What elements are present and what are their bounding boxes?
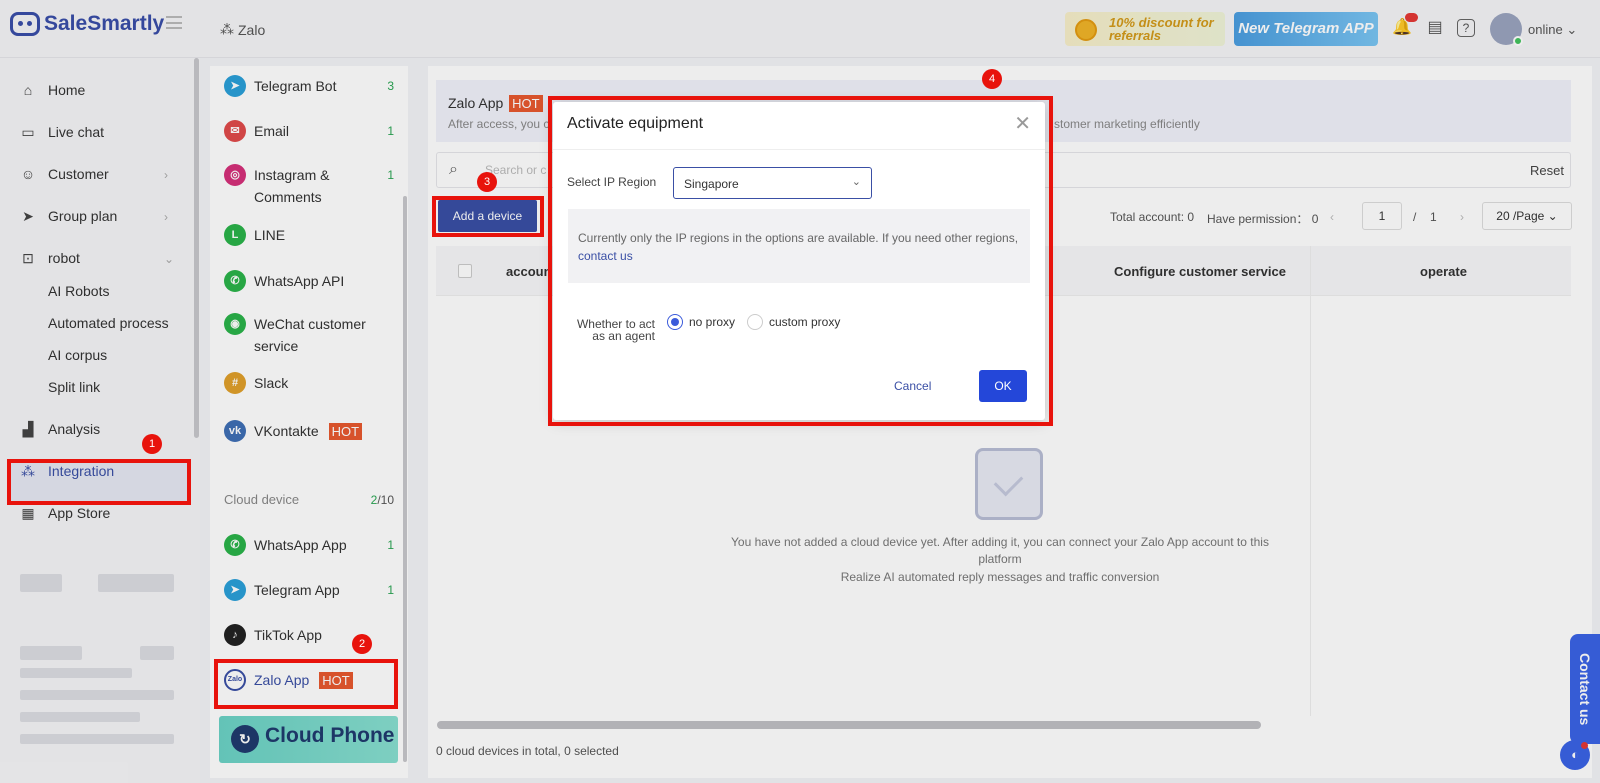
highlight-box-integration	[7, 459, 191, 505]
highlight-box-add-device	[432, 196, 544, 237]
step-marker-4: 4	[982, 69, 1002, 89]
step-marker-1: 1	[142, 434, 162, 454]
highlight-box-dialog	[548, 96, 1053, 426]
highlight-box-zalo-app	[214, 659, 398, 709]
step-marker-3: 3	[477, 172, 497, 192]
step-marker-2: 2	[352, 634, 372, 654]
